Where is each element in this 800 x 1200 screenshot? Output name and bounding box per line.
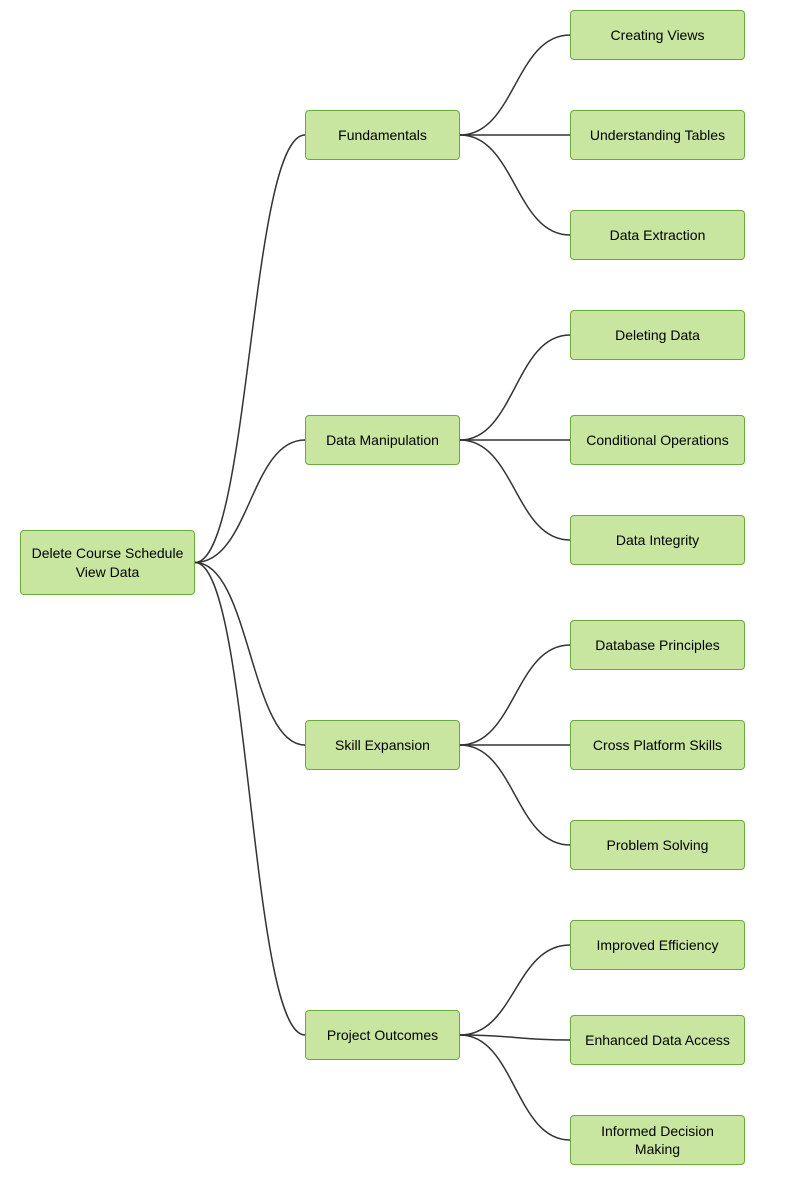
node-data_manipulation: Data Manipulation: [305, 415, 460, 465]
node-database_principles: Database Principles: [570, 620, 745, 670]
node-conditional_operations: Conditional Operations: [570, 415, 745, 465]
node-skill_expansion: Skill Expansion: [305, 720, 460, 770]
node-project_outcomes: Project Outcomes: [305, 1010, 460, 1060]
node-enhanced_data_access: Enhanced Data Access: [570, 1015, 745, 1065]
node-cross_platform_skills: Cross Platform Skills: [570, 720, 745, 770]
node-deleting_data: Deleting Data: [570, 310, 745, 360]
node-improved_efficiency: Improved Efficiency: [570, 920, 745, 970]
node-creating_views: Creating Views: [570, 10, 745, 60]
node-informed_decision_making: Informed Decision Making: [570, 1115, 745, 1165]
diagram: Delete Course Schedule View Data Fundamen…: [0, 0, 800, 1200]
node-problem_solving: Problem Solving: [570, 820, 745, 870]
node-root: Delete Course Schedule View Data: [20, 530, 195, 595]
node-data_extraction: Data Extraction: [570, 210, 745, 260]
node-data_integrity: Data Integrity: [570, 515, 745, 565]
node-fundamentals: Fundamentals: [305, 110, 460, 160]
node-understanding_tables: Understanding Tables: [570, 110, 745, 160]
